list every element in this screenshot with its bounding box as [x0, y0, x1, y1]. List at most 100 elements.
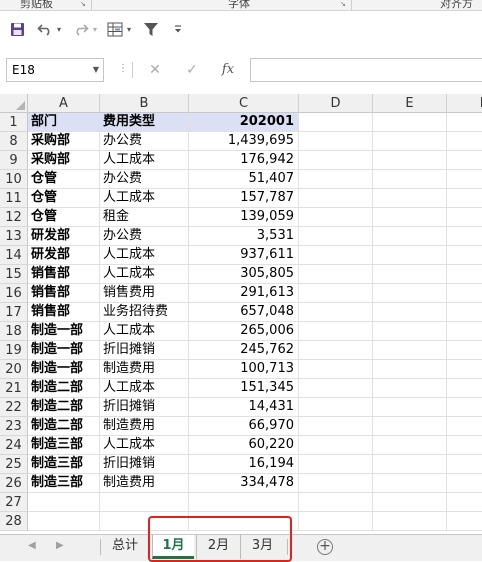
enter-icon[interactable]: ✓	[180, 58, 204, 82]
cell-expense-type[interactable]: 租金	[100, 208, 189, 227]
drag-handle-icon[interactable]: ⋮	[118, 63, 128, 74]
cell-expense-type[interactable]: 人工成本	[100, 151, 189, 170]
row-header[interactable]: 18	[0, 322, 28, 341]
cell-department[interactable]: 制造三部	[28, 455, 100, 474]
cell-empty[interactable]	[299, 455, 373, 474]
cell-empty[interactable]	[299, 284, 373, 303]
cell-empty[interactable]	[373, 246, 447, 265]
cell-expense-type[interactable]: 人工成本	[100, 322, 189, 341]
cell-department[interactable]: 制造一部	[28, 341, 100, 360]
cell-expense-type[interactable]: 折旧摊销	[100, 455, 189, 474]
cell-empty[interactable]	[447, 132, 482, 151]
row-header[interactable]: 19	[0, 341, 28, 360]
cell-empty[interactable]	[373, 455, 447, 474]
cell-empty[interactable]	[373, 303, 447, 322]
cell-amount[interactable]: 305,805	[189, 265, 299, 284]
cell-amount[interactable]: 60,220	[189, 436, 299, 455]
cell-amount[interactable]: 334,478	[189, 474, 299, 493]
cell-amount[interactable]: 157,787	[189, 189, 299, 208]
cell-empty[interactable]	[447, 341, 482, 360]
clipboard-launcher-icon[interactable]: ↘	[80, 0, 88, 8]
cell-empty[interactable]	[299, 265, 373, 284]
cell-empty[interactable]	[447, 208, 482, 227]
cell-empty[interactable]	[299, 493, 373, 512]
row-header[interactable]: 25	[0, 455, 28, 474]
row-header[interactable]: 16	[0, 284, 28, 303]
cell-expense-type[interactable]: 折旧摊销	[100, 341, 189, 360]
cell-department[interactable]	[28, 493, 100, 512]
cell-department[interactable]: 销售部	[28, 284, 100, 303]
cell-empty[interactable]	[447, 265, 482, 284]
tab-march[interactable]: 3月	[240, 535, 284, 559]
formula-input[interactable]	[250, 58, 482, 82]
tab-summary[interactable]: 总计	[101, 535, 149, 559]
row-header[interactable]: 14	[0, 246, 28, 265]
cell-amount[interactable]	[189, 512, 299, 531]
header-cell[interactable]: 费用类型	[100, 113, 189, 132]
cell-amount[interactable]: 139,059	[189, 208, 299, 227]
insert-function-icon[interactable]: fx	[216, 58, 240, 82]
cell-empty[interactable]	[299, 151, 373, 170]
cell-empty[interactable]	[373, 132, 447, 151]
cell-empty[interactable]	[447, 455, 482, 474]
redo-icon[interactable]	[72, 20, 90, 38]
cell-empty[interactable]	[373, 379, 447, 398]
cell-empty[interactable]	[373, 113, 447, 132]
cell-empty[interactable]	[447, 436, 482, 455]
cell-expense-type[interactable]: 人工成本	[100, 265, 189, 284]
cell-amount[interactable]: 51,407	[189, 170, 299, 189]
cell-empty[interactable]	[299, 417, 373, 436]
redo-dropdown-icon[interactable]: ▾	[91, 20, 99, 38]
cell-empty[interactable]	[447, 151, 482, 170]
row-header[interactable]: 20	[0, 360, 28, 379]
cell-amount[interactable]: 657,048	[189, 303, 299, 322]
row-header[interactable]: 8	[0, 132, 28, 151]
cell-empty[interactable]	[299, 512, 373, 531]
row-header[interactable]: 12	[0, 208, 28, 227]
cell-empty[interactable]	[299, 113, 373, 132]
cell-empty[interactable]	[447, 170, 482, 189]
row-header[interactable]: 11	[0, 189, 28, 208]
cell-empty[interactable]	[373, 322, 447, 341]
add-sheet-icon[interactable]: +	[317, 539, 333, 555]
cell-department[interactable]: 制造二部	[28, 379, 100, 398]
cell-empty[interactable]	[373, 436, 447, 455]
cell-empty[interactable]	[373, 284, 447, 303]
row-header[interactable]: 27	[0, 493, 28, 512]
cell-empty[interactable]	[447, 246, 482, 265]
cancel-icon[interactable]: ✕	[143, 58, 167, 82]
column-header-b[interactable]: B	[100, 94, 189, 113]
row-header[interactable]: 9	[0, 151, 28, 170]
header-cell[interactable]: 202001	[189, 113, 299, 132]
cell-expense-type[interactable]: 办公费	[100, 132, 189, 151]
cell-department[interactable]: 销售部	[28, 303, 100, 322]
cell-amount[interactable]: 937,611	[189, 246, 299, 265]
cell-empty[interactable]	[373, 493, 447, 512]
cell-expense-type[interactable]: 制造费用	[100, 360, 189, 379]
cell-amount[interactable]: 3,531	[189, 227, 299, 246]
cell-empty[interactable]	[299, 360, 373, 379]
cell-department[interactable]: 仓管	[28, 170, 100, 189]
cell-empty[interactable]	[373, 417, 447, 436]
cell-empty[interactable]	[373, 265, 447, 284]
cell-empty[interactable]	[447, 284, 482, 303]
cell-empty[interactable]	[299, 208, 373, 227]
row-header[interactable]: 23	[0, 417, 28, 436]
cell-empty[interactable]	[447, 189, 482, 208]
cell-department[interactable]: 采购部	[28, 151, 100, 170]
column-header-d[interactable]: D	[299, 94, 373, 113]
cell-expense-type[interactable]	[100, 493, 189, 512]
cell-empty[interactable]	[447, 474, 482, 493]
row-header[interactable]: 22	[0, 398, 28, 417]
cell-amount[interactable]: 66,970	[189, 417, 299, 436]
cell-empty[interactable]	[447, 398, 482, 417]
cell-empty[interactable]	[373, 512, 447, 531]
cell-expense-type[interactable]: 人工成本	[100, 189, 189, 208]
cell-empty[interactable]	[299, 189, 373, 208]
cell-expense-type[interactable]: 人工成本	[100, 379, 189, 398]
cell-empty[interactable]	[299, 379, 373, 398]
cell-empty[interactable]	[299, 132, 373, 151]
cell-department[interactable]: 仓管	[28, 208, 100, 227]
undo-icon[interactable]	[36, 20, 54, 38]
tab-january[interactable]: 1月	[152, 535, 194, 559]
